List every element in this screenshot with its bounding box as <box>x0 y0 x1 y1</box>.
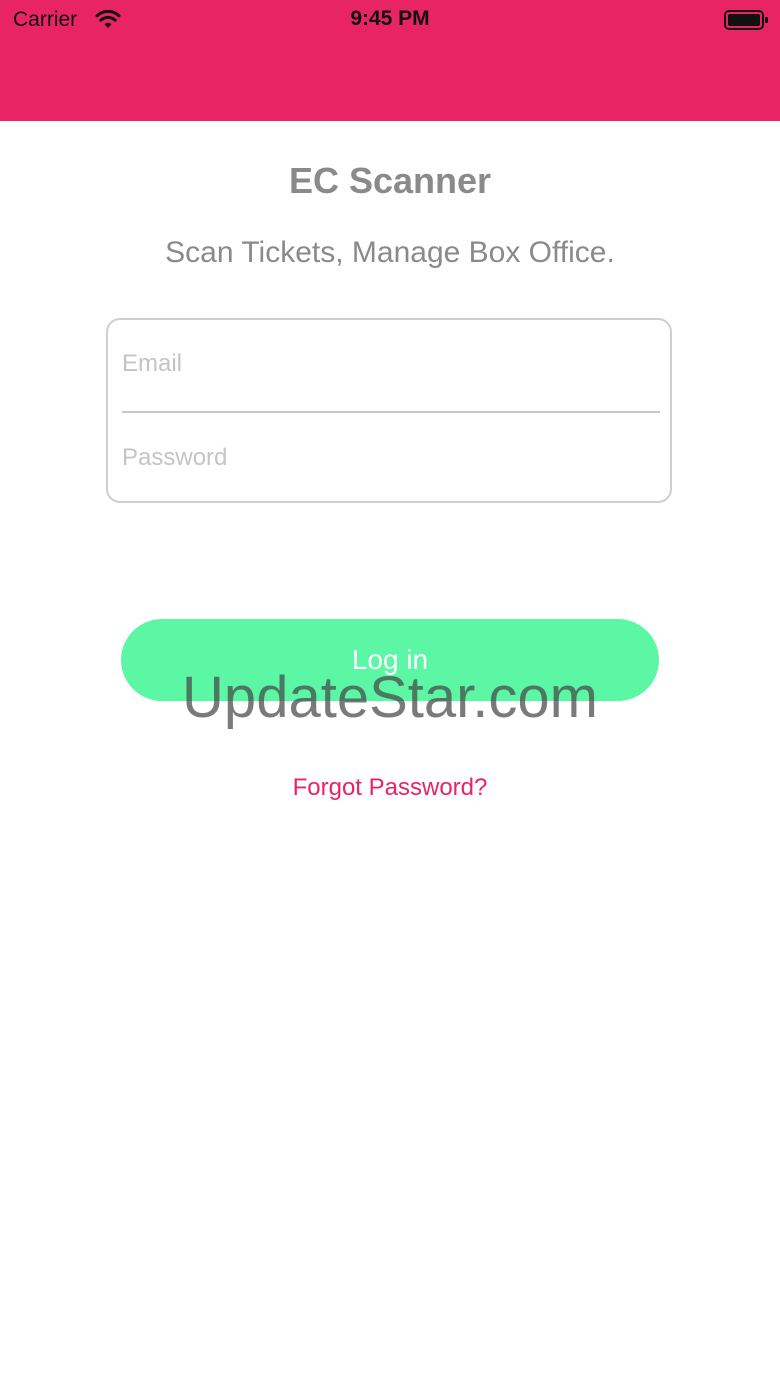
field-divider <box>122 411 660 413</box>
login-form <box>106 318 672 503</box>
status-time: 9:45 PM <box>350 7 430 30</box>
header-bar: Carrier 9:45 PM <box>0 0 780 121</box>
login-screen: Carrier 9:45 PM EC Scanner Scan Tickets,… <box>0 0 780 1387</box>
battery-icon <box>724 10 768 30</box>
status-bar: Carrier 9:45 PM <box>0 0 780 40</box>
email-field[interactable] <box>122 334 658 394</box>
app-tagline: Scan Tickets, Manage Box Office. <box>165 236 615 269</box>
login-button[interactable]: Log in <box>121 619 659 701</box>
password-field[interactable] <box>122 428 658 488</box>
app-title: EC Scanner <box>288 160 492 201</box>
forgot-password-link[interactable]: Forgot Password? <box>0 774 780 802</box>
